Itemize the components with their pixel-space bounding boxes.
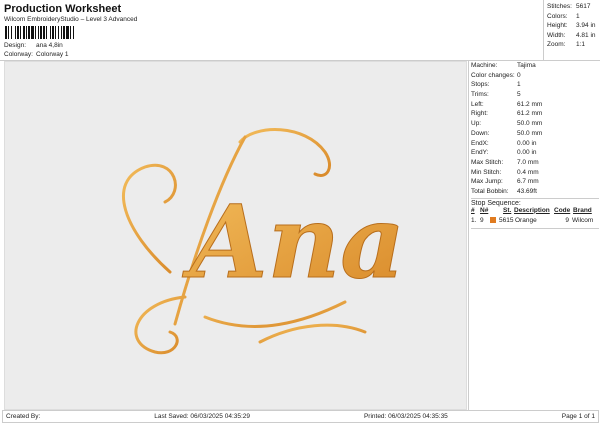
details-row: Min Stitch: 0.4 mm bbox=[471, 168, 599, 178]
colorway-label: Colorway: bbox=[4, 51, 33, 58]
stop-sequence-header: # N# St. Description Code Brand bbox=[471, 207, 599, 216]
summary-box: Stitches: 5617 Colors: 1 Height: 3.94 in Width… bbox=[543, 0, 600, 60]
swirl-bottom bbox=[203, 300, 347, 328]
printed: Printed: 06/03/2025 04:35:35 bbox=[363, 413, 448, 420]
colorway-value: Colorway 1 bbox=[36, 51, 69, 58]
col-code: Code bbox=[554, 206, 571, 214]
details-row: Color changes: 0 bbox=[471, 71, 599, 81]
details-row: EndX: 0.00 in bbox=[471, 139, 599, 149]
details-value: 1 bbox=[517, 81, 521, 89]
details-value: 0 bbox=[517, 71, 521, 79]
embroidery-design: Ana bbox=[121, 128, 406, 355]
details-row: Trims: 5 bbox=[471, 90, 599, 100]
summary-row: Width: 4.81 in bbox=[547, 32, 600, 42]
summary-label: Width: bbox=[547, 31, 566, 39]
stop-stitches: 5615 bbox=[499, 216, 514, 224]
design-label: Design: bbox=[4, 42, 27, 49]
swirl-tail bbox=[258, 323, 367, 344]
details-row: EndY: 0.00 in bbox=[471, 148, 599, 158]
details-row: Max Jump: 6.7 mm bbox=[471, 177, 599, 187]
summary-label: Zoom: bbox=[547, 41, 566, 48]
created-by: Created By: bbox=[6, 413, 41, 420]
swirl-top bbox=[238, 128, 331, 177]
details-row: Down: 50.0 mm bbox=[471, 129, 599, 139]
details-label: Machine: bbox=[471, 62, 498, 69]
design-value: ana 4,8in bbox=[36, 42, 63, 49]
details-value: 43.69ft bbox=[517, 187, 537, 195]
footer: Created By: Last Saved: 06/03/2025 04:35… bbox=[2, 410, 599, 423]
swirl-bottom-left bbox=[134, 295, 187, 355]
subtitle: Wilcom EmbroideryStudio – Level 3 Advanc… bbox=[4, 16, 138, 23]
details-label: Color changes: bbox=[471, 71, 515, 79]
details-row: Max Stitch: 7.0 mm bbox=[471, 158, 599, 168]
details-label: Min Stitch: bbox=[471, 168, 502, 176]
stop-row: 1. 9 5615 Orange 9 Wilcom bbox=[471, 216, 599, 225]
stop-description: Orange bbox=[515, 216, 537, 224]
summary-label: Height: bbox=[547, 22, 568, 29]
details-value: Tajima bbox=[517, 62, 536, 69]
design-preview: Ana bbox=[4, 61, 467, 410]
details-label: Total Bobbin: bbox=[471, 187, 509, 195]
color-swatch bbox=[490, 217, 496, 224]
summary-value: 4.81 in bbox=[576, 31, 596, 39]
swirl-left bbox=[121, 163, 177, 274]
details-value: 7.0 mm bbox=[517, 158, 539, 166]
details-label: Up: bbox=[471, 120, 482, 128]
details-row: Left: 61.2 mm bbox=[471, 100, 599, 110]
barcode bbox=[5, 25, 85, 39]
details-value: 5 bbox=[517, 91, 521, 99]
col-n: N# bbox=[480, 206, 489, 214]
col-description: Description bbox=[514, 206, 550, 214]
page-number: Page 1 of 1 bbox=[561, 413, 595, 420]
summary-row: Zoom: 1:1 bbox=[547, 41, 600, 51]
details-row: Machine: Tajima bbox=[471, 61, 599, 71]
details-value: 0.00 in bbox=[517, 139, 537, 147]
summary-row: Stitches: 5617 bbox=[547, 3, 600, 13]
details-value: 61.2 mm bbox=[517, 110, 543, 118]
details-value: 0.4 mm bbox=[517, 168, 539, 176]
details-row: Total Bobbin: 43.69ft bbox=[471, 187, 599, 197]
details-row: Stops: 1 bbox=[471, 80, 599, 90]
summary-row: Height: 3.94 in bbox=[547, 22, 600, 32]
summary-value: 1:1 bbox=[576, 41, 586, 48]
details-label: Max Jump: bbox=[471, 178, 503, 186]
details-value: 0.00 in bbox=[517, 149, 537, 157]
divider bbox=[471, 227, 599, 229]
details-value: 50.0 mm bbox=[517, 129, 543, 137]
stop-n: 9 bbox=[480, 216, 484, 224]
barcode-bar bbox=[74, 26, 75, 39]
details-label: Left: bbox=[471, 100, 484, 108]
details-label: EndX: bbox=[471, 139, 489, 147]
page-title: Production Worksheet bbox=[4, 3, 122, 15]
summary-label: Colors: bbox=[547, 12, 568, 20]
stop-code: 9 bbox=[565, 216, 569, 224]
details-value: 6.7 mm bbox=[517, 178, 539, 186]
details-label: EndY: bbox=[471, 149, 489, 157]
details-value: 50.0 mm bbox=[517, 120, 543, 128]
details-label: Trims: bbox=[471, 91, 489, 99]
col-num: # bbox=[471, 206, 475, 214]
summary-value: 5617 bbox=[576, 3, 591, 10]
stop-brand: Wilcom bbox=[572, 216, 594, 224]
details-row: Right: 61.2 mm bbox=[471, 109, 599, 119]
details-label: Down: bbox=[471, 129, 490, 137]
summary-value: 3.94 in bbox=[576, 22, 596, 29]
details-panel: Machine: Tajima Color changes: 0 Stops: 1 Trim… bbox=[468, 60, 599, 410]
details-row: Up: 50.0 mm bbox=[471, 119, 599, 129]
col-st: St. bbox=[503, 206, 512, 214]
details-label: Stops: bbox=[471, 81, 490, 89]
col-brand: Brand bbox=[573, 206, 592, 214]
details-value: 61.2 mm bbox=[517, 100, 543, 108]
details-label: Max Stitch: bbox=[471, 158, 504, 166]
summary-label: Stitches: bbox=[547, 3, 572, 10]
details-label: Right: bbox=[471, 110, 488, 118]
last-saved: Last Saved: 06/03/2025 04:35:29 bbox=[154, 413, 251, 420]
stop-num: 1. bbox=[471, 216, 477, 224]
lettering-text: Ana bbox=[182, 183, 405, 301]
summary-row: Colors: 1 bbox=[547, 13, 600, 23]
stop-sequence-title: Stop Sequence: bbox=[471, 197, 599, 207]
summary-value: 1 bbox=[576, 12, 580, 20]
